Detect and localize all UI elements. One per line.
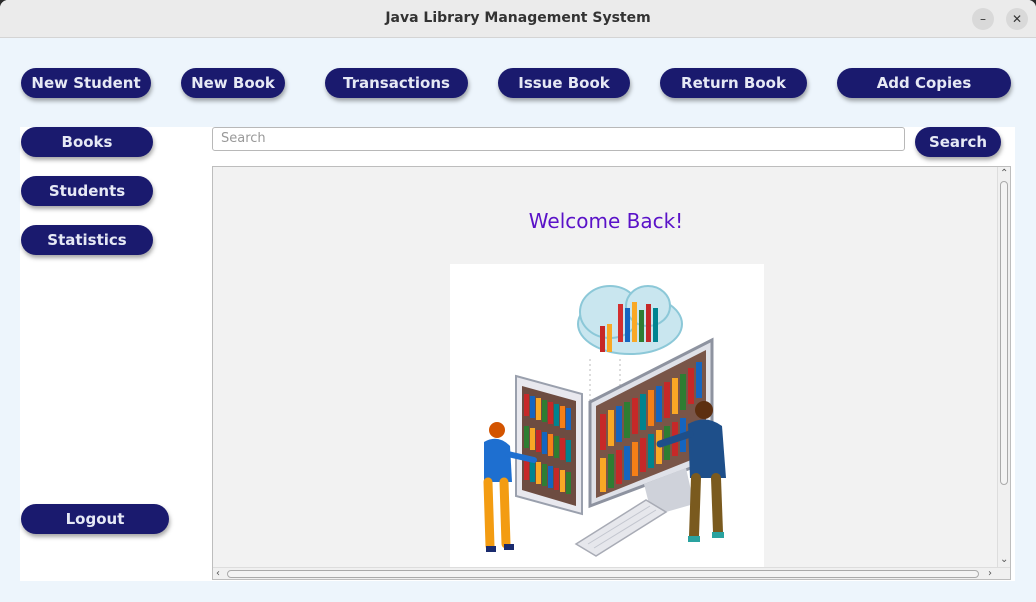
keyboard-icon <box>574 499 668 557</box>
statistics-button[interactable]: Statistics <box>21 225 153 255</box>
window-title: Java Library Management System <box>385 10 651 26</box>
close-button[interactable]: ✕ <box>1006 8 1028 30</box>
transactions-button[interactable]: Transactions <box>325 68 468 98</box>
horizontal-scroll-thumb[interactable] <box>227 570 979 578</box>
app-window: Java Library Management System – ✕ New S… <box>0 0 1036 602</box>
scroll-left-icon[interactable]: ‹ <box>216 569 220 579</box>
minimize-button[interactable]: – <box>972 8 994 30</box>
scroll-up-icon[interactable]: ⌃ <box>1000 169 1008 179</box>
return-book-button[interactable]: Return Book <box>660 68 807 98</box>
title-bar: Java Library Management System – ✕ <box>0 0 1036 38</box>
students-button[interactable]: Students <box>21 176 153 206</box>
horizontal-scrollbar[interactable]: ‹ › <box>213 567 1010 579</box>
search-button[interactable]: Search <box>915 127 1001 157</box>
issue-book-button[interactable]: Issue Book <box>498 68 630 98</box>
new-student-button[interactable]: New Student <box>21 68 151 98</box>
welcome-heading: Welcome Back! <box>528 209 684 233</box>
vertical-scroll-thumb[interactable] <box>1000 181 1008 485</box>
scroll-down-icon[interactable]: ⌄ <box>1000 555 1008 565</box>
add-copies-button[interactable]: Add Copies <box>837 68 1011 98</box>
new-book-button[interactable]: New Book <box>181 68 285 98</box>
content-scroll-area: Welcome Back! ⌃ ⌄ ‹ › <box>212 166 1011 580</box>
books-button[interactable]: Books <box>21 127 153 157</box>
logout-button[interactable]: Logout <box>21 504 169 534</box>
tablet-bookshelf-icon <box>515 374 583 516</box>
cloud-icon <box>577 285 683 355</box>
scroll-right-icon[interactable]: › <box>988 569 992 579</box>
search-input[interactable]: Search <box>212 127 905 151</box>
library-illustration <box>450 264 764 568</box>
vertical-scrollbar[interactable]: ⌃ ⌄ <box>997 167 1010 569</box>
